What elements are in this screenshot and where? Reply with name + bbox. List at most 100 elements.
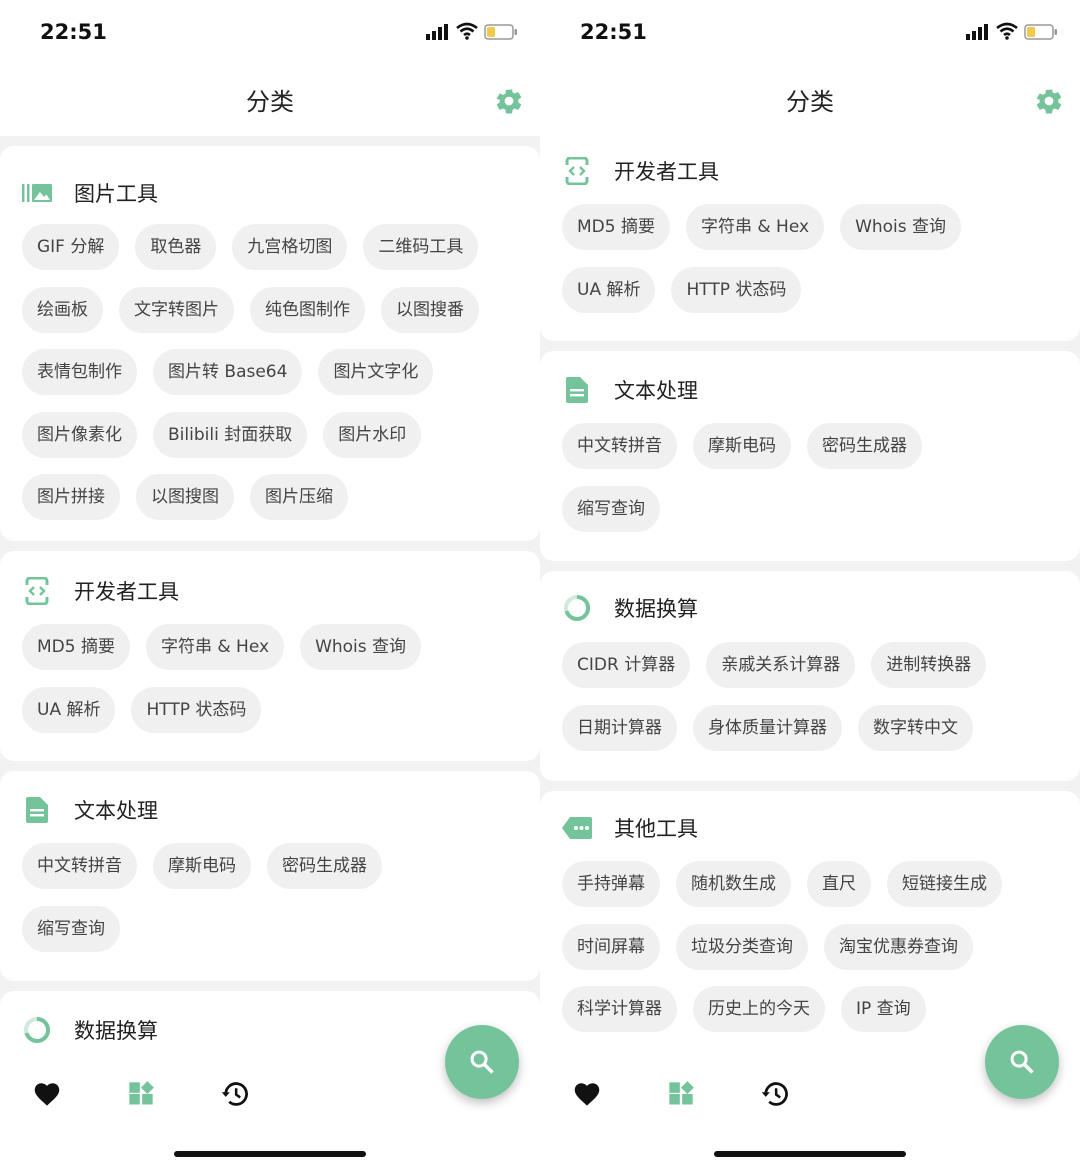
phone-screen-left: 22:51 分类 图片工具 GIF 分解 取色器 九宫格切图 二维码工具 绘画板…	[0, 0, 540, 1169]
category-list[interactable]: 开发者工具 MD5 摘要 字符串 & Hex Whois 查询 UA 解析 HT…	[540, 136, 1080, 1060]
tool-chip[interactable]: Whois 查询	[300, 624, 422, 670]
signal-icon	[966, 24, 988, 40]
settings-gear-icon[interactable]	[1034, 86, 1064, 116]
document-icon	[22, 796, 52, 824]
tool-chips: MD5 摘要 字符串 & Hex Whois 查询 UA 解析 HTTP 状态码	[562, 204, 1058, 329]
tool-chip[interactable]: 随机数生成	[676, 861, 791, 907]
tool-chip[interactable]: 以图搜图	[136, 474, 234, 520]
nav-history[interactable]	[215, 1074, 255, 1114]
tool-chip[interactable]: CIDR 计算器	[562, 642, 691, 688]
tool-chip[interactable]: 图片文字化	[318, 349, 434, 395]
app-header: 分类	[0, 66, 540, 136]
category-title: 数据换算	[614, 597, 698, 621]
nav-favorites[interactable]	[27, 1074, 67, 1114]
tool-chip[interactable]: 绘画板	[22, 286, 103, 333]
tool-chip[interactable]: 缩写查询	[562, 485, 660, 532]
tool-chip[interactable]: UA 解析	[22, 686, 116, 733]
category-title: 文本处理	[614, 379, 698, 403]
category-header: 文本处理	[562, 375, 698, 405]
category-list[interactable]: 图片工具 GIF 分解 取色器 九宫格切图 二维码工具 绘画板 文字转图片 纯色…	[0, 136, 540, 1060]
tool-chip[interactable]: HTTP 状态码	[671, 266, 802, 313]
tool-chip[interactable]: 二维码工具	[363, 224, 479, 270]
tool-chip[interactable]: MD5 摘要	[22, 624, 130, 670]
category-header: 开发者工具	[22, 576, 179, 606]
search-fab[interactable]	[445, 1025, 519, 1099]
tool-chips: 手持弹幕 随机数生成 直尺 短链接生成 时间屏幕 垃圾分类查询 淘宝优惠券查询 …	[562, 861, 1058, 1049]
category-card-text-processing: 文本处理 中文转拼音 摩斯电码 密码生成器 缩写查询	[540, 351, 1080, 561]
tool-chips: GIF 分解 取色器 九宫格切图 二维码工具 绘画板 文字转图片 纯色图制作 以…	[22, 224, 518, 537]
status-bar: 22:51	[0, 0, 540, 66]
category-card-text-processing: 文本处理 中文转拼音 摩斯电码 密码生成器 缩写查询	[0, 771, 540, 981]
tool-chip[interactable]: 身体质量计算器	[693, 704, 842, 751]
tool-chip[interactable]: 图片像素化	[22, 411, 137, 458]
tool-chip[interactable]: 手持弹幕	[562, 861, 660, 907]
tool-chip[interactable]: 图片拼接	[22, 474, 120, 520]
tool-chip[interactable]: MD5 摘要	[562, 204, 670, 250]
tool-chip[interactable]: 进制转换器	[871, 642, 987, 688]
tool-chip[interactable]: 九宫格切图	[232, 224, 348, 270]
tool-chip[interactable]: 历史上的今天	[693, 986, 825, 1032]
tool-chip[interactable]: 文字转图片	[119, 286, 234, 333]
widgets-icon	[129, 1081, 154, 1105]
status-time: 22:51	[40, 20, 107, 44]
tool-chip[interactable]: UA 解析	[562, 266, 656, 313]
tool-chip[interactable]: IP 查询	[841, 986, 926, 1032]
nav-favorites[interactable]	[567, 1074, 607, 1114]
tool-chip[interactable]: 淘宝优惠券查询	[824, 923, 973, 970]
tool-chip[interactable]: 密码生成器	[807, 423, 922, 469]
nav-categories[interactable]	[121, 1074, 161, 1114]
tool-chip[interactable]: 科学计算器	[562, 986, 677, 1032]
tool-chip[interactable]: 中文转拼音	[562, 423, 677, 469]
battery-icon	[1024, 24, 1057, 40]
category-card-data-conversion: 数据换算 CIDR 计算器 亲戚关系计算器 进制转换器 日期计算器 身体质量计算…	[540, 571, 1080, 781]
tool-chip[interactable]: HTTP 状态码	[131, 686, 262, 733]
tool-chip[interactable]: 图片转 Base64	[153, 349, 303, 395]
tool-chips: CIDR 计算器 亲戚关系计算器 进制转换器 日期计算器 身体质量计算器 数字转…	[562, 642, 1058, 767]
tool-chip[interactable]: Bilibili 封面获取	[153, 411, 308, 458]
tool-chip[interactable]: 短链接生成	[887, 861, 1002, 907]
tool-chip[interactable]: 时间屏幕	[562, 923, 660, 970]
category-header: 文本处理	[22, 795, 158, 825]
tool-chip[interactable]: 日期计算器	[562, 704, 677, 751]
search-icon	[470, 1050, 494, 1074]
ring-chart-icon	[562, 594, 592, 622]
tool-chip[interactable]: 垃圾分类查询	[676, 923, 808, 970]
tool-chip[interactable]: 图片压缩	[250, 474, 348, 520]
tool-chip[interactable]: 数字转中文	[858, 704, 973, 751]
signal-icon	[426, 24, 448, 40]
nav-history[interactable]	[755, 1074, 795, 1114]
tool-chip[interactable]: 摩斯电码	[153, 843, 251, 889]
tool-chips: 中文转拼音 摩斯电码 密码生成器 缩写查询	[22, 843, 518, 968]
document-icon	[562, 376, 592, 404]
tool-chip[interactable]: 亲戚关系计算器	[706, 642, 856, 688]
tool-chip[interactable]: 图片水印	[323, 411, 422, 458]
category-header: 数据换算	[22, 1015, 158, 1045]
search-fab[interactable]	[985, 1025, 1059, 1099]
tool-chip[interactable]: 纯色图制作	[250, 286, 365, 333]
tool-chip[interactable]: 摩斯电码	[693, 423, 791, 469]
tool-chip[interactable]: 直尺	[807, 861, 871, 907]
search-icon	[1010, 1050, 1034, 1074]
tool-chip[interactable]: 字符串 & Hex	[145, 624, 285, 670]
home-indicator	[714, 1151, 906, 1157]
ring-chart-icon	[22, 1016, 52, 1044]
tool-chip[interactable]: 中文转拼音	[22, 843, 137, 889]
tool-chip[interactable]: 以图搜番	[381, 286, 479, 333]
nav-categories[interactable]	[661, 1074, 701, 1114]
tool-chip[interactable]: 取色器	[135, 224, 217, 270]
wifi-icon	[996, 22, 1018, 40]
more-tag-icon	[562, 814, 592, 842]
wifi-icon	[456, 22, 478, 40]
category-card-image-tools: 图片工具 GIF 分解 取色器 九宫格切图 二维码工具 绘画板 文字转图片 纯色…	[0, 146, 540, 541]
tool-chip[interactable]: GIF 分解	[22, 224, 120, 270]
settings-gear-icon[interactable]	[494, 86, 524, 116]
tool-chip[interactable]: Whois 查询	[840, 204, 962, 250]
tool-chip[interactable]: 缩写查询	[22, 905, 120, 952]
tool-chip[interactable]: 字符串 & Hex	[685, 204, 825, 250]
category-card-developer-tools: 开发者工具 MD5 摘要 字符串 & Hex Whois 查询 UA 解析 HT…	[0, 551, 540, 761]
tool-chip[interactable]: 密码生成器	[267, 843, 382, 889]
tool-chip[interactable]: 表情包制作	[22, 349, 137, 395]
category-title: 开发者工具	[74, 580, 179, 604]
category-title: 开发者工具	[614, 160, 719, 184]
category-title: 其他工具	[614, 817, 698, 841]
